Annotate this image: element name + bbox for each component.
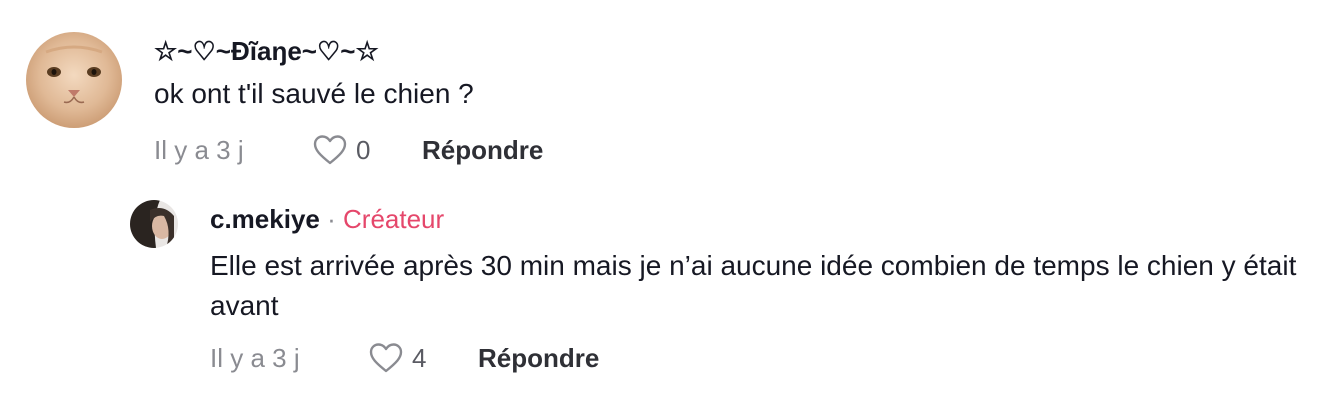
comment-author[interactable]: ☆~♡~Ðĩaŋe~♡~☆ — [154, 36, 379, 67]
comment-text: ok ont t'il sauvé le chien ? — [154, 78, 474, 109]
reply-button[interactable]: Répondre — [478, 343, 599, 374]
creator-badge: Créateur — [343, 204, 445, 234]
like-button[interactable]: 0 — [312, 134, 422, 166]
like-count: 4 — [412, 342, 427, 373]
comment-timestamp: Il y a 3 j — [154, 134, 244, 165]
comment-actions: Il y a 3 j 0 Répondre — [154, 132, 543, 168]
comment-timestamp: Il y a 3 j — [210, 342, 300, 373]
like-button[interactable]: 4 — [368, 342, 478, 374]
comment-actions: Il y a 3 j 4 Répondre — [210, 340, 599, 376]
heart-outline-icon — [313, 135, 347, 165]
comment-text: Elle est arrivée après 30 min mais je n’… — [210, 250, 1297, 321]
avatar[interactable] — [130, 200, 178, 248]
reply-button[interactable]: Répondre — [422, 135, 543, 166]
comment-author[interactable]: c.mekiye — [210, 204, 320, 234]
heart-outline-icon — [369, 343, 403, 373]
like-count: 0 — [356, 134, 371, 165]
comment-author-row: c.mekiye · Créateur — [210, 204, 444, 235]
avatar[interactable] — [26, 32, 122, 128]
separator: · — [327, 204, 336, 234]
